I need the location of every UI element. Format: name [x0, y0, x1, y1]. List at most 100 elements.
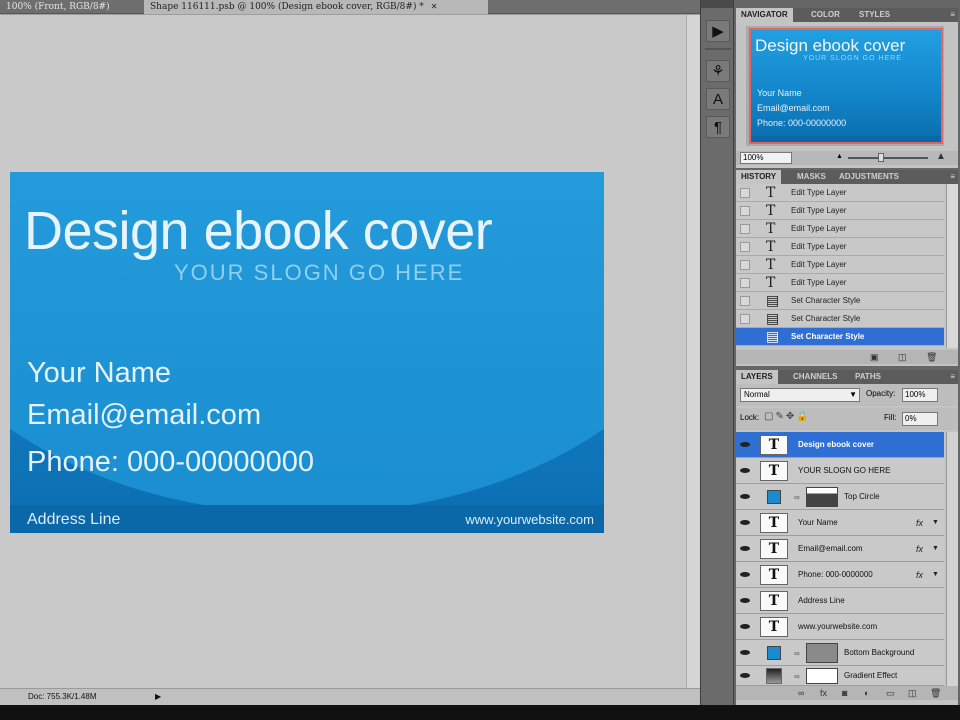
opacity-input[interactable]: 100% — [902, 388, 938, 402]
history-item[interactable]: T Edit Type Layer — [736, 256, 944, 274]
layer-row[interactable]: ∞ Gradient Effect — [736, 666, 944, 686]
tab-history[interactable]: HISTORY — [736, 170, 782, 184]
zoom-out-icon[interactable]: ▲ — [836, 153, 843, 160]
history-brush-checkbox[interactable] — [740, 314, 750, 324]
chevron-down-icon[interactable]: ▼ — [932, 510, 939, 536]
fx-icon[interactable]: fx — [916, 536, 923, 562]
eye-icon[interactable] — [740, 648, 750, 657]
add-mask-icon[interactable]: ◙ — [842, 688, 847, 698]
card-title[interactable]: Design ebook cover — [24, 200, 493, 262]
tab-color[interactable]: COLOR — [806, 8, 845, 22]
tab-layers[interactable]: LAYERS — [736, 370, 778, 384]
eye-icon[interactable] — [740, 671, 750, 680]
layer-row[interactable]: T YOUR SLOGN GO HERE — [736, 458, 944, 484]
history-scrollbar[interactable] — [946, 184, 958, 348]
business-card[interactable]: Design ebook cover YOUR SLOGN GO HERE Yo… — [10, 172, 604, 533]
tab-paths[interactable]: PATHS — [850, 370, 886, 384]
lock-icons[interactable]: ▢✎✥🔒 — [764, 411, 811, 422]
card-address[interactable]: Address Line — [27, 511, 120, 529]
clone-source-icon[interactable]: ⚘ — [706, 60, 730, 82]
panel-menu-icon[interactable]: ≡ — [950, 10, 955, 19]
link-layers-icon[interactable]: ∞ — [798, 688, 804, 698]
chevron-down-icon[interactable]: ▼ — [932, 562, 939, 588]
history-item[interactable]: T Edit Type Layer — [736, 238, 944, 256]
tab-adjustments[interactable]: ADJUSTMENTS — [834, 170, 904, 184]
chevron-down-icon[interactable]: ▼ — [932, 536, 939, 562]
eye-icon[interactable] — [740, 622, 750, 631]
history-item[interactable]: T Edit Type Layer — [736, 184, 944, 202]
navigator-view-box[interactable]: Design ebook cover YOUR SLOGN GO HERE Yo… — [749, 28, 943, 144]
fill-input[interactable]: 0% — [902, 412, 938, 426]
zoom-slider-handle[interactable] — [878, 153, 884, 162]
card-website[interactable]: www.yourwebsite.com — [465, 512, 594, 527]
panel-menu-icon[interactable]: ≡ — [950, 172, 955, 181]
zoom-slider[interactable] — [848, 157, 928, 159]
card-phone[interactable]: Phone: 000-00000000 — [27, 446, 314, 479]
fx-icon[interactable]: fx — [916, 562, 923, 588]
history-item[interactable]: T Edit Type Layer — [736, 220, 944, 238]
eye-icon[interactable] — [740, 544, 750, 553]
fx-icon[interactable]: fx — [916, 510, 923, 536]
layer-mask-thumbnail[interactable] — [806, 668, 838, 684]
history-brush-checkbox[interactable] — [740, 296, 750, 306]
fx-icon[interactable]: fx — [820, 688, 827, 698]
history-item[interactable]: ▤ Set Character Style — [736, 292, 944, 310]
play-panel-icon[interactable]: ▶ — [706, 20, 730, 42]
eye-icon[interactable] — [740, 518, 750, 527]
adjustment-layer-icon[interactable]: ◐ — [864, 688, 869, 698]
new-snapshot-icon[interactable]: ◫ — [898, 352, 907, 363]
layer-row[interactable]: ∞ Top Circle — [736, 484, 944, 510]
history-brush-checkbox[interactable] — [740, 224, 750, 234]
canvas[interactable]: Design ebook cover YOUR SLOGN GO HERE Yo… — [0, 15, 686, 688]
zoom-in-icon[interactable]: ▲ — [936, 151, 946, 162]
tab-masks[interactable]: MASKS — [792, 170, 831, 184]
vector-mask-thumbnail[interactable] — [806, 487, 838, 507]
card-email[interactable]: Email@email.com — [27, 399, 261, 432]
history-item[interactable]: T Edit Type Layer — [736, 274, 944, 292]
tab-navigator[interactable]: NAVIGATOR — [736, 8, 793, 22]
card-slogan[interactable]: YOUR SLOGN GO HERE — [174, 260, 464, 286]
vertical-scrollbar[interactable] — [686, 15, 700, 688]
zoom-input[interactable]: 100% — [740, 152, 792, 164]
eye-icon[interactable] — [740, 596, 750, 605]
character-icon[interactable]: A — [706, 88, 730, 110]
card-name[interactable]: Your Name — [27, 357, 171, 390]
tab-channels[interactable]: CHANNELS — [788, 370, 842, 384]
layer-row[interactable]: T Phone: 000-0000000 fx ▼ — [736, 562, 944, 588]
history-brush-checkbox[interactable] — [740, 242, 750, 252]
navigator-preview[interactable]: Design ebook cover YOUR SLOGN GO HERE Yo… — [746, 26, 944, 146]
blend-mode-select[interactable]: Normal ▼ — [740, 388, 860, 402]
history-brush-checkbox[interactable] — [740, 332, 750, 342]
layer-row[interactable]: T www.yourwebsite.com — [736, 614, 944, 640]
history-brush-checkbox[interactable] — [740, 260, 750, 270]
new-group-icon[interactable]: ▭ — [886, 688, 895, 699]
trash-icon[interactable]: 🗑 — [926, 352, 937, 363]
eye-icon[interactable] — [740, 440, 750, 449]
layer-row[interactable]: T Your Name fx ▼ — [736, 510, 944, 536]
layer-row[interactable]: T Address Line — [736, 588, 944, 614]
layer-mask-thumbnail[interactable] — [806, 643, 838, 663]
close-icon[interactable]: ✕ — [431, 2, 438, 11]
eye-icon[interactable] — [740, 570, 750, 579]
tab-styles[interactable]: STYLES — [854, 8, 895, 22]
history-brush-checkbox[interactable] — [740, 206, 750, 216]
history-item[interactable]: T Edit Type Layer — [736, 202, 944, 220]
eye-icon[interactable] — [740, 492, 750, 501]
panel-menu-icon[interactable]: ≡ — [950, 372, 955, 381]
paragraph-icon[interactable]: ¶ — [706, 116, 730, 138]
layer-row-selected[interactable]: T Design ebook cover — [736, 432, 944, 458]
play-icon[interactable]: ▶ — [155, 692, 161, 701]
history-item[interactable]: ▤ Set Character Style — [736, 310, 944, 328]
history-brush-checkbox[interactable] — [740, 278, 750, 288]
layers-scrollbar[interactable] — [946, 432, 958, 686]
new-layer-icon[interactable]: ◫ — [908, 688, 917, 699]
document-tab-shape[interactable]: Shape 116111.psb @ 100% (Design ebook co… — [144, 0, 488, 14]
document-tab-front[interactable]: 100% (Front, RGB/8#) — [0, 0, 140, 14]
layer-row[interactable]: T Email@email.com fx ▼ — [736, 536, 944, 562]
layer-row[interactable]: ∞ Bottom Background — [736, 640, 944, 666]
history-item-selected[interactable]: ▤ Set Character Style — [736, 328, 944, 346]
trash-icon[interactable]: 🗑 — [930, 688, 941, 699]
eye-icon[interactable] — [740, 466, 750, 475]
history-brush-checkbox[interactable] — [740, 188, 750, 198]
new-document-from-state-icon[interactable]: ▣ — [870, 352, 879, 363]
